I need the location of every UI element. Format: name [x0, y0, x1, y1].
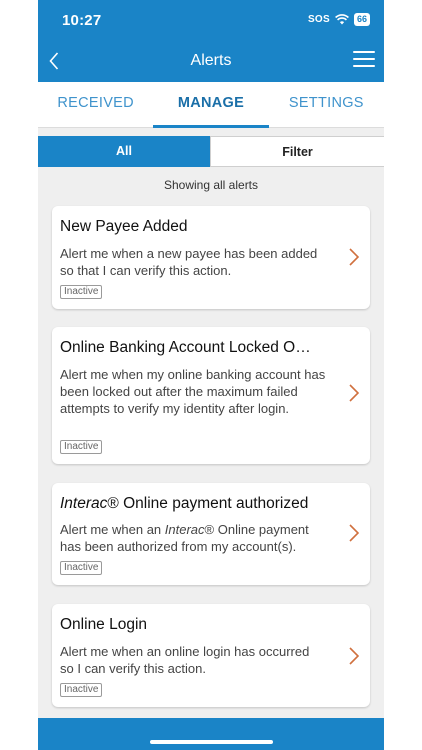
menu-button[interactable]: [353, 51, 375, 69]
alert-title: Online Login: [60, 616, 148, 633]
alert-card-online-login[interactable]: Online Login Alert me when an online log…: [52, 604, 370, 707]
showing-label: Showing all alerts: [163, 178, 259, 192]
alert-title: Interac® Online payment authorized: [60, 495, 309, 512]
tab-received[interactable]: RECEIVED: [38, 82, 153, 127]
status-badge: Inactive: [60, 561, 103, 575]
tab-bar: RECEIVED MANAGE SETTINGS: [38, 82, 384, 128]
status-badge: Inactive: [60, 683, 103, 697]
app-header: 10:27 SOS 66 Alerts: [38, 0, 384, 82]
hamburger-icon: [353, 51, 375, 53]
alert-card-new-payee[interactable]: New Payee Added Alert me when a new paye…: [52, 206, 370, 309]
sos-indicator: SOS: [307, 14, 330, 25]
chevron-right-icon: [349, 384, 360, 402]
wifi-icon: [335, 14, 349, 25]
status-badge: Inactive: [60, 285, 103, 299]
chevron-right-icon: [349, 647, 360, 665]
alert-description: Alert me when a new payee has been added…: [60, 246, 318, 278]
battery-icon: 66: [353, 13, 370, 26]
page-title: Alerts: [190, 52, 232, 69]
alert-title: New Payee Added: [60, 218, 188, 235]
app-screen: 10:27 SOS 66 Alerts RECEIVED MANAGE SETT…: [38, 0, 384, 750]
filter-segment: All Filter: [38, 136, 384, 167]
status-badge: Inactive: [60, 440, 103, 454]
filter-button[interactable]: Filter: [210, 136, 384, 167]
alert-description: Alert me when an Interac® Online payment…: [60, 522, 309, 554]
chevron-right-icon: [349, 524, 360, 542]
alert-description: Alert me when an online login has occurr…: [60, 644, 310, 676]
alert-card-interac-payment[interactable]: Interac® Online payment authorized Alert…: [52, 483, 370, 585]
tab-manage[interactable]: MANAGE: [153, 82, 269, 128]
chevron-right-icon: [349, 248, 360, 266]
status-icons: SOS 66: [308, 13, 370, 26]
home-indicator[interactable]: [150, 740, 273, 744]
alert-title: Online Banking Account Locked O…: [60, 339, 311, 356]
bottom-bar: [38, 718, 384, 750]
tab-settings[interactable]: SETTINGS: [269, 82, 384, 127]
alert-card-account-locked[interactable]: Online Banking Account Locked O… Alert m…: [52, 327, 370, 464]
all-button[interactable]: All: [38, 136, 210, 167]
alert-description: Alert me when my online banking account …: [60, 367, 326, 416]
status-time: 10:27: [62, 12, 102, 29]
